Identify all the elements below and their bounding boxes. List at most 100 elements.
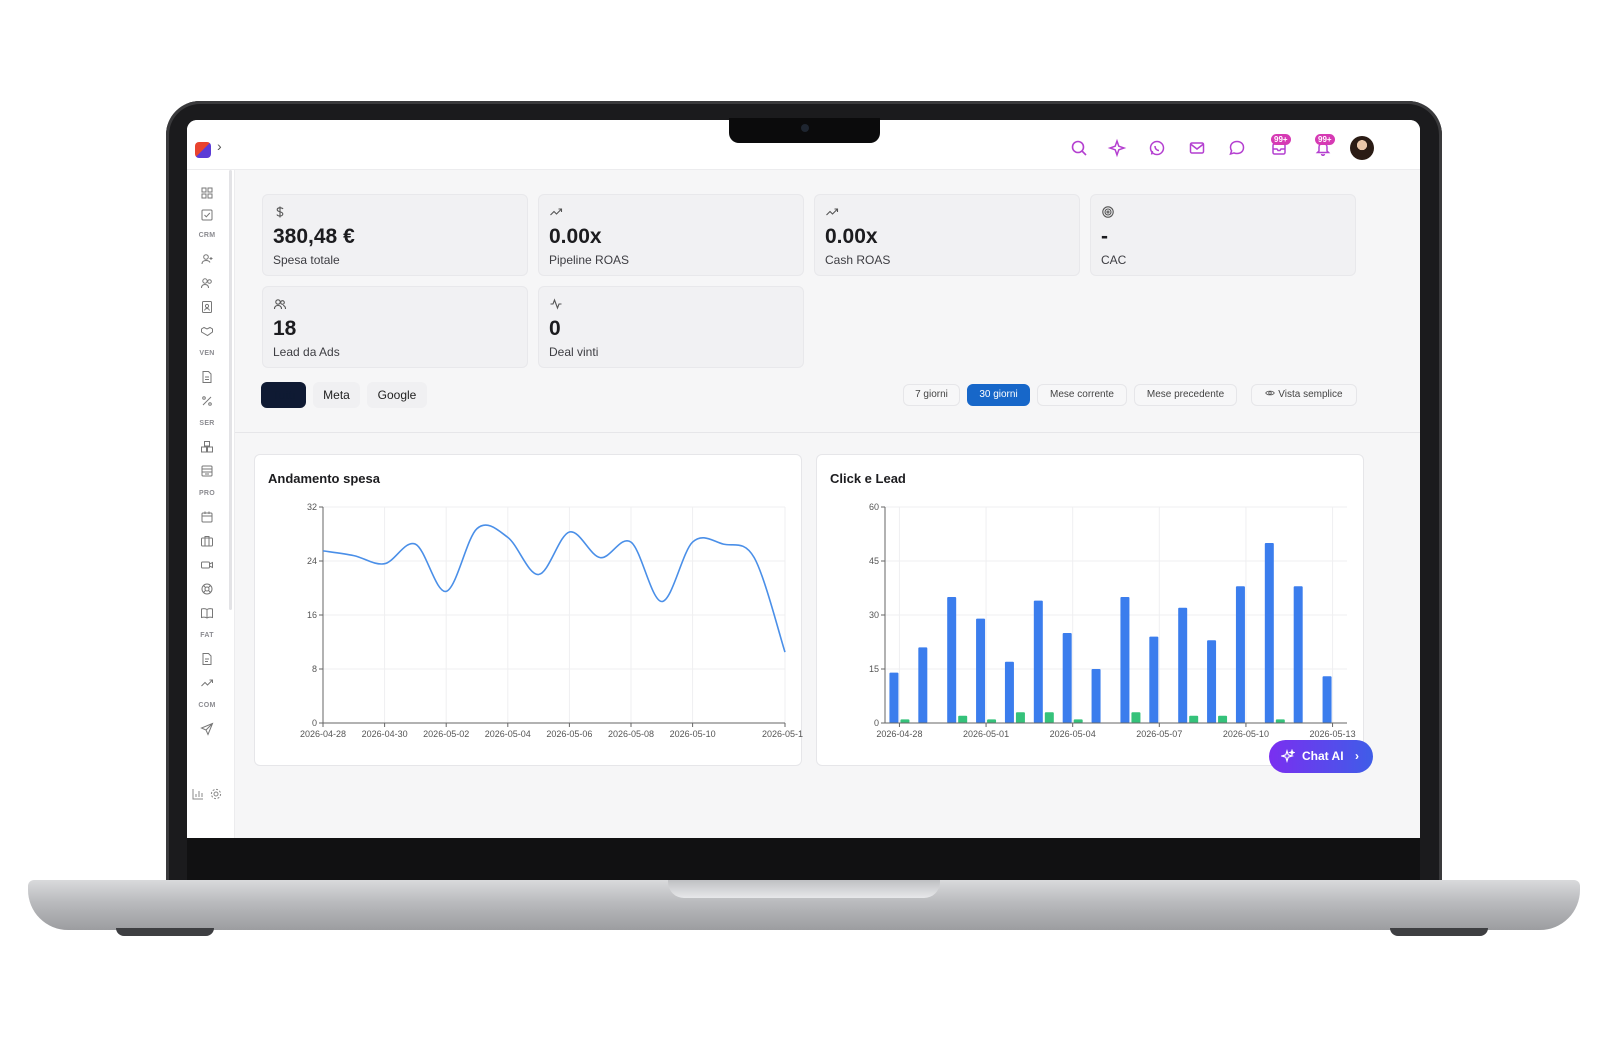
notifications-badge: 99+ <box>1315 134 1335 145</box>
filter-google-button[interactable]: Google <box>367 382 427 408</box>
section-divider <box>235 432 1420 433</box>
kpi-value: 0 <box>549 317 561 340</box>
calendar-icon[interactable] <box>200 510 214 524</box>
mail-icon[interactable] <box>1187 138 1207 158</box>
book-icon[interactable] <box>200 606 214 620</box>
click-bar <box>1178 607 1188 723</box>
lead-bar <box>1218 715 1228 723</box>
click-lead-card: Click e Lead 0 15 30 45 60 2026-04-28 2026-05-… <box>816 454 1364 766</box>
spend-line-chart: 0 8 16 24 32 2026-04-28 2026-04-30 2026-05-02 20… <box>300 502 803 739</box>
period-30-giorni-button[interactable]: 30 giorni <box>967 384 1030 406</box>
period-mese-corrente-button[interactable]: Mese corrente <box>1037 384 1127 406</box>
click-bar <box>976 618 986 723</box>
y-tick-label: 0 <box>312 718 317 728</box>
lead-bar <box>958 715 968 723</box>
contacts-icon[interactable] <box>200 276 214 290</box>
kpi-label: Lead da Ads <box>273 345 340 359</box>
click-bar <box>1033 600 1043 723</box>
sparkles-icon <box>1281 749 1295 763</box>
y-tick-label: 16 <box>307 610 317 620</box>
percent-icon[interactable] <box>200 394 214 408</box>
y-tick-label: 30 <box>869 610 879 620</box>
laptop-mockup: › 99+ 99+ CRM VEN SER PRO FAT COM 380,48… <box>0 0 1600 1041</box>
video-icon[interactable] <box>200 558 214 572</box>
y-tick-label: 8 <box>312 664 317 674</box>
user-avatar[interactable] <box>1350 136 1374 160</box>
trending-up-icon[interactable] <box>200 676 214 690</box>
eye-icon <box>1265 390 1276 396</box>
services-boxes-icon[interactable] <box>200 440 214 454</box>
click-bar <box>1235 586 1245 723</box>
add-contact-icon[interactable] <box>200 252 214 266</box>
inbox-badge: 99+ <box>1271 134 1291 145</box>
spend-trend-card: Andamento spesa 0 8 16 24 32 2026-04-28 2026-0… <box>254 454 803 766</box>
bell-icon[interactable]: 99+ <box>1313 134 1335 158</box>
whatsapp-icon[interactable] <box>1147 138 1167 158</box>
click-bar <box>1293 586 1303 723</box>
laptop-foot-left <box>116 928 214 936</box>
sidebar-scrollbar[interactable] <box>229 170 232 610</box>
click-bar <box>1322 676 1332 723</box>
kpi-value: 18 <box>273 317 297 340</box>
kpi-label: Cash ROAS <box>825 253 891 267</box>
document-icon[interactable] <box>200 370 214 384</box>
vista-semplice-toggle[interactable]: Vista semplice <box>1251 384 1357 406</box>
sparkle-icon[interactable] <box>1107 138 1127 158</box>
expand-sidebar-chevron-icon[interactable]: › <box>217 138 222 154</box>
users-icon <box>273 297 287 311</box>
x-tick-label: 2026-05-04 <box>485 729 531 739</box>
dashboard-grid-icon[interactable] <box>200 186 214 200</box>
x-tick-label: 2026-05-07 <box>1136 729 1182 739</box>
trending-up-icon <box>549 205 563 219</box>
x-tick-label: 2026-05-01 <box>963 729 1009 739</box>
filter-meta-button[interactable]: Meta <box>313 382 360 408</box>
y-tick-label: 45 <box>869 556 879 566</box>
analytics-bars-icon[interactable] <box>191 787 205 801</box>
settings-gear-icon[interactable] <box>209 787 223 801</box>
target-icon <box>1101 205 1115 219</box>
x-tick-label: 2026-04-30 <box>362 729 408 739</box>
click-bar <box>1207 640 1217 723</box>
lead-bar <box>900 719 910 723</box>
y-tick-label: 32 <box>307 502 317 512</box>
send-icon[interactable] <box>200 722 214 736</box>
inbox-icon[interactable]: 99+ <box>1269 134 1291 158</box>
chevron-right-icon: › <box>1355 749 1359 763</box>
kpi-value: 380,48 € <box>273 225 355 248</box>
dollar-icon <box>273 205 287 219</box>
kpi-card-deal-vinti: 0 Deal vinti <box>538 286 804 368</box>
lead-bar <box>1189 715 1199 723</box>
x-tick-label: 2026-05-06 <box>546 729 592 739</box>
click-bar <box>1264 543 1274 723</box>
search-icon[interactable] <box>1069 138 1089 158</box>
camera-dot <box>801 124 809 132</box>
sidebar-section-com: COM <box>198 702 216 709</box>
chat-ai-button[interactable]: Chat AI › <box>1269 740 1373 773</box>
address-book-icon[interactable] <box>200 300 214 314</box>
tasks-check-icon[interactable] <box>200 208 214 222</box>
handshake-icon[interactable] <box>200 324 214 338</box>
click-lead-bar-chart: 0 15 30 45 60 2026-04-28 2026-05-01 2026-05-04 2… <box>869 502 1356 739</box>
support-lifebuoy-icon[interactable] <box>200 582 214 596</box>
x-tick-label: 2026-05-13 <box>762 729 803 739</box>
invoice-icon[interactable] <box>200 652 214 666</box>
kpi-card-cash-roas: 0.00x Cash ROAS <box>814 194 1080 276</box>
app-screen: › 99+ 99+ CRM VEN SER PRO FAT COM 380,48… <box>187 120 1420 838</box>
x-tick-label: 2026-05-13 <box>1310 729 1356 739</box>
archive-icon[interactable] <box>200 464 214 478</box>
spend-series-line <box>322 524 786 653</box>
app-logo[interactable] <box>195 142 211 158</box>
x-tick-label: 2026-05-10 <box>1223 729 1269 739</box>
filter-tutti-button[interactable]: Tutti <box>261 382 306 408</box>
kpi-label: CAC <box>1101 253 1127 267</box>
x-tick-label: 2026-04-28 <box>876 729 922 739</box>
chat-bubble-icon[interactable] <box>1227 138 1247 158</box>
period-mese-precedente-button[interactable]: Mese precedente <box>1134 384 1237 406</box>
click-bar <box>1120 597 1130 723</box>
click-bar <box>947 597 957 723</box>
x-tick-label: 2026-05-08 <box>608 729 654 739</box>
laptop-chin <box>187 838 1420 882</box>
briefcase-icon[interactable] <box>200 534 214 548</box>
sidebar-section-crm: CRM <box>198 232 216 239</box>
period-7-giorni-button[interactable]: 7 giorni <box>903 384 960 406</box>
